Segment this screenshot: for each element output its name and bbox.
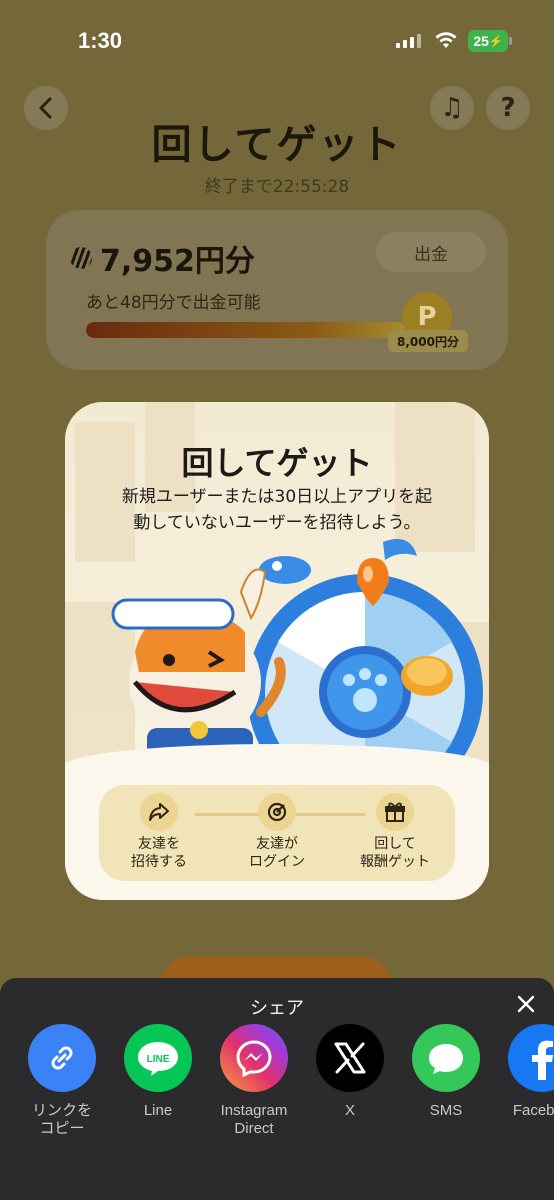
step-reward: 回して 報酬ゲット	[335, 793, 455, 871]
battery-indicator: 25 ⚡	[468, 30, 512, 52]
share-copy-link-line2: コピー	[39, 1120, 85, 1137]
description-line-1: 新規ユーザーまたは30日以上アプリを起	[121, 487, 433, 507]
remaining-text: あと48円分で出金可能	[86, 293, 261, 313]
battery-level: 25	[473, 33, 489, 49]
close-icon	[517, 995, 535, 1013]
share-sms[interactable]: SMS	[398, 1024, 494, 1120]
step-login-line1: 友達が	[256, 836, 298, 852]
invite-steps: 友達を 招待する 友達が ログイン 回して 報酬ゲット	[99, 785, 455, 881]
signal-icon	[396, 34, 421, 48]
share-sms-label: SMS	[429, 1102, 463, 1119]
invite-modal: 回してゲット 新規ユーザーまたは30日以上アプリを起 動していないユーザーを招待…	[65, 402, 489, 900]
wifi-icon	[435, 32, 457, 48]
messenger-icon	[220, 1024, 288, 1092]
facebook-icon	[508, 1024, 554, 1092]
share-instagram-line1: Instagram	[220, 1102, 288, 1119]
step-reward-line1: 回して	[374, 836, 416, 852]
page-title: 回してゲット	[151, 122, 403, 168]
share-arrow-icon	[140, 793, 178, 831]
share-facebook[interactable]: Faceboo	[494, 1024, 554, 1120]
withdraw-button[interactable]: 出金	[376, 232, 486, 272]
status-bar: 1:30 25 ⚡	[0, 0, 554, 80]
modal-title: 回してゲット	[181, 444, 373, 482]
share-copy-link[interactable]: リンクを コピー	[14, 1024, 110, 1138]
svg-text:LINE: LINE	[147, 1054, 170, 1065]
target-badge: 8,000円分	[388, 330, 468, 352]
modal-description: 新規ユーザーまたは30日以上アプリを起 動していないユーザーを招待しよう。	[95, 484, 459, 536]
step-invite: 友達を 招待する	[99, 793, 219, 871]
link-icon	[28, 1024, 96, 1092]
mascot-wheel-illustration	[111, 539, 483, 772]
step-login-line2: ログイン	[249, 854, 305, 870]
share-instagram-direct[interactable]: Instagram Direct	[206, 1024, 302, 1138]
share-sheet: シェア リンクを コピー LINE Line Instagram Direct	[0, 978, 554, 1200]
status-time: 1:30	[78, 28, 123, 53]
share-line-label: Line	[143, 1102, 173, 1119]
step-login: 友達が ログイン	[217, 793, 337, 871]
withdraw-progress-bar	[86, 322, 406, 338]
x-icon	[316, 1024, 384, 1092]
step-invite-line2: 招待する	[131, 854, 187, 870]
share-line[interactable]: LINE Line	[110, 1024, 206, 1120]
balance-amount: 7,952円分	[70, 236, 255, 280]
target-icon	[258, 793, 296, 831]
step-invite-line1: 友達を	[138, 836, 180, 852]
share-x-label: X	[344, 1102, 355, 1119]
balance-value: 7,952円分	[100, 244, 255, 279]
close-button[interactable]	[512, 990, 540, 1018]
share-instagram-line2: Direct	[234, 1120, 274, 1137]
step-reward-line2: 報酬ゲット	[360, 854, 430, 870]
countdown-timer: 終了まで22:55:28	[204, 177, 350, 197]
gift-icon	[376, 793, 414, 831]
line-icon: LINE	[124, 1024, 192, 1092]
points-icon	[70, 247, 92, 269]
share-title: シェア	[250, 998, 304, 1019]
share-x[interactable]: X	[302, 1024, 398, 1120]
share-facebook-label: Faceboo	[512, 1102, 554, 1119]
sms-icon	[412, 1024, 480, 1092]
share-copy-link-line1: リンクを	[31, 1102, 92, 1119]
